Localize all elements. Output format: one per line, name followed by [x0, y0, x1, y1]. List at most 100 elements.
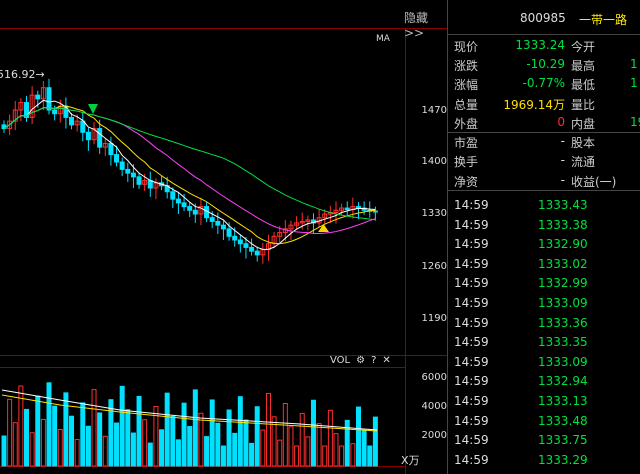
volume-bar: [130, 432, 136, 467]
quote-label-2: 流通: [571, 155, 596, 169]
help-icon[interactable]: ?: [371, 355, 376, 366]
quote-value: -: [560, 173, 565, 187]
quote-label-2: 收益(一): [571, 175, 617, 189]
candle-body: [97, 128, 103, 148]
volume-bar: [35, 395, 41, 467]
volume-bar: [85, 425, 91, 467]
candle-body: [215, 220, 221, 226]
candle-body: [187, 206, 193, 211]
quote-value: -0.77%: [522, 76, 565, 90]
y-tick-1190: 1190: [421, 313, 447, 324]
candle-body: [372, 210, 378, 213]
candle-body: [175, 198, 181, 204]
chart-panel[interactable]: 隐藏>> MA 516.92→ 1470 1400 1330 1260 1190…: [0, 0, 447, 474]
y-tick-1400: 1400: [421, 156, 447, 167]
vol-unit: X万: [401, 454, 420, 467]
volume-bar: [159, 429, 165, 467]
quote-row: 换手 - 流通: [448, 153, 640, 173]
candle-body: [85, 131, 91, 141]
candle-body: [232, 235, 238, 241]
tick-price: 1333.36: [538, 315, 588, 330]
quote-value: -: [560, 153, 565, 167]
candle-body: [243, 243, 249, 248]
volume-bar: [249, 442, 255, 467]
volume-bar: [204, 436, 210, 467]
candle-body: [136, 176, 142, 185]
tick-time: 14:59: [454, 296, 489, 310]
tick-row: 14:59 1333.38: [448, 218, 640, 238]
quote-label: 外盘: [454, 117, 479, 131]
quote-label: 换手: [454, 155, 479, 169]
quote-value: -10.29: [526, 57, 565, 71]
tick-time: 14:59: [454, 237, 489, 252]
quote-label: 涨跌: [454, 59, 479, 73]
tick-row: 14:59 1333.36: [448, 316, 640, 336]
volume-bar: [1, 435, 7, 467]
tick-row: 14:59 1333.09: [448, 355, 640, 375]
stock-name: 一带一路: [579, 13, 628, 27]
tick-price: 1333.35: [538, 335, 588, 350]
tick-time: 14:59: [454, 433, 489, 448]
close-icon[interactable]: ✕: [382, 355, 390, 366]
volume-bar: [69, 415, 75, 467]
volume-bar: [119, 385, 125, 467]
quote-label-2: 股本: [571, 136, 596, 150]
candle-body: [237, 239, 243, 245]
tick-row: 14:59 1333.02: [448, 257, 640, 277]
volume-bar: [243, 419, 249, 467]
tick-row: 14:59 1333.35: [448, 335, 640, 355]
tick-price: 1333.75: [538, 433, 588, 448]
volume-bar: [232, 432, 238, 467]
kline-chart[interactable]: [0, 0, 447, 474]
volume-bar: [220, 445, 226, 467]
candle-body: [192, 209, 198, 215]
candle-body: [130, 172, 136, 178]
volume-bar: [164, 392, 170, 467]
volume-bar: [175, 439, 181, 467]
volume-bar: [372, 416, 378, 467]
candle-body: [35, 94, 41, 100]
volume-bar: [209, 399, 215, 467]
tick-time: 14:59: [454, 256, 489, 271]
candle-body: [46, 87, 52, 111]
tick-row: 14:59 1333.75: [448, 433, 640, 453]
volume-bar: [355, 406, 361, 467]
tick-price: 1333.09: [538, 354, 588, 369]
quote-row: 涨跌 -10.29 最高 1: [448, 57, 640, 77]
quote-label-2: 最高: [571, 59, 596, 73]
tick-row: 14:59 1333.43: [448, 198, 640, 218]
tick-row: 14:59 1332.99: [448, 276, 640, 296]
settings-icon[interactable]: ⚙: [356, 355, 365, 366]
volume-bar: [80, 402, 86, 467]
volume-bar: [181, 402, 187, 467]
quote-row: 涨幅 -0.77% 最低 1: [448, 76, 640, 96]
stock-code: 800985: [520, 11, 566, 25]
quote-label: 现价: [454, 40, 479, 54]
volume-bar: [46, 382, 52, 467]
tick-row: 14:59 1333.13: [448, 394, 640, 414]
tick-price: 1333.02: [538, 256, 588, 271]
tick-row: 14:59 1332.90: [448, 237, 640, 257]
candle-body: [209, 217, 215, 222]
tick-time: 14:59: [454, 276, 489, 291]
candle-body: [63, 105, 69, 118]
tick-price: 1332.90: [538, 237, 588, 252]
candle-body: [220, 224, 226, 230]
tick-price: 1333.43: [538, 198, 588, 212]
quote-label: 净资: [454, 175, 479, 189]
quote-value: 1333.24: [515, 38, 565, 52]
volume-bar: [170, 416, 176, 467]
volume-bar: [63, 392, 69, 467]
quote-value: 0: [557, 115, 565, 129]
hide-toggle-button[interactable]: 隐藏>>: [404, 9, 447, 40]
quote-value: -: [560, 134, 565, 148]
volume-bar: [108, 399, 114, 467]
candle-body: [52, 109, 58, 115]
quote-value-2: 1: [630, 76, 638, 90]
vol-label[interactable]: VOL: [330, 355, 350, 366]
tick-time: 14:59: [454, 198, 489, 212]
divider: [448, 190, 640, 191]
tick-time: 14:59: [454, 335, 489, 350]
candle-body: [355, 206, 361, 209]
quote-row: 总量 1969.14万 量比: [448, 96, 640, 116]
